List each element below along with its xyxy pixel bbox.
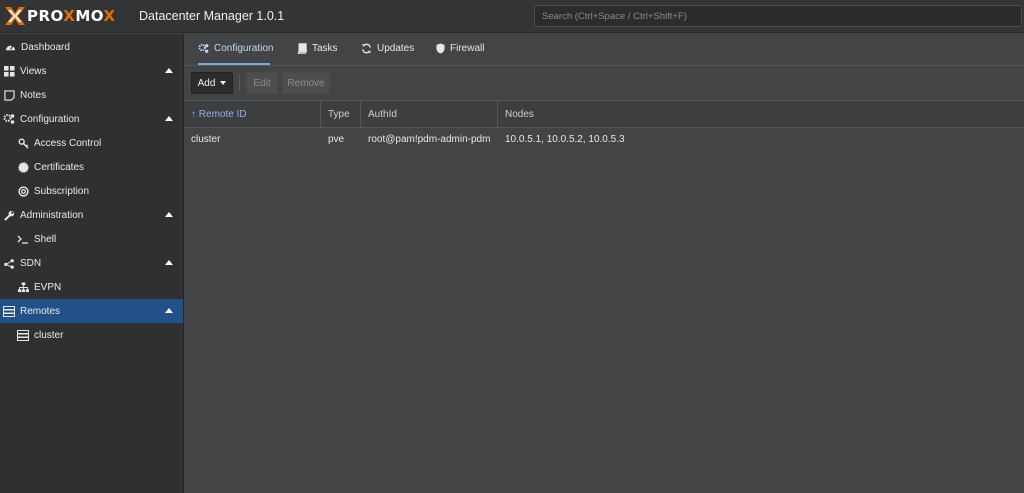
cell-remote-id: cluster <box>191 134 221 145</box>
logo-wordmark: PROXMOX <box>27 7 116 25</box>
sidebar-item-shell[interactable]: Shell <box>0 227 183 251</box>
table-row[interactable]: cluster pve root@pam!pdm-admin-pdm 10.0.… <box>184 129 1024 151</box>
tab-tasks[interactable]: Tasks <box>297 43 338 65</box>
grid-icon <box>3 65 15 77</box>
remove-button[interactable]: Remove <box>282 72 330 94</box>
add-button[interactable]: Add <box>191 72 233 94</box>
key-icon <box>17 137 29 149</box>
column-header-remote-id[interactable]: ↑ Remote ID <box>184 101 321 128</box>
cell-type: pve <box>328 134 345 145</box>
support-icon <box>17 185 29 197</box>
tab-bar: Configuration Tasks Updates Firewall <box>184 34 1024 66</box>
sidebar-item-subscription[interactable]: Subscription <box>0 179 183 203</box>
sidebar-item-cluster[interactable]: cluster <box>0 323 183 347</box>
sidebar-item-configuration[interactable]: Configuration <box>0 107 183 131</box>
sidebar-item-notes[interactable]: Notes <box>0 83 183 107</box>
chevron-down-icon <box>220 81 227 85</box>
collapse-caret-icon[interactable] <box>165 116 173 121</box>
wrench-icon <box>3 209 15 221</box>
main-panel: Configuration Tasks Updates Firewall Add… <box>184 34 1024 493</box>
toolbar: Add Edit Remove <box>184 67 1024 100</box>
book-icon <box>297 43 307 54</box>
refresh-icon <box>361 43 372 54</box>
app-title: Datacenter Manager 1.0.1 <box>139 9 285 23</box>
top-bar: PROXMOX Datacenter Manager 1.0.1 Search … <box>0 0 1024 33</box>
sidebar-item-dashboard[interactable]: Dashboard <box>0 35 183 59</box>
gears-icon <box>198 43 209 54</box>
network-icon <box>3 257 15 269</box>
cell-nodes: 10.0.5.1, 10.0.5.2, 10.0.5.3 <box>505 134 625 145</box>
server-icon <box>3 305 15 317</box>
grid-header: ↑ Remote ID Type AuthId Nodes <box>184 100 1024 128</box>
column-header-authid[interactable]: AuthId <box>361 101 498 128</box>
sidebar-item-access-control[interactable]: Access Control <box>0 131 183 155</box>
search-input[interactable]: Search (Ctrl+Space / Ctrl+Shift+F) <box>534 5 1022 27</box>
server-icon <box>17 329 29 341</box>
sidebar-item-sdn[interactable]: SDN <box>0 251 183 275</box>
proxmox-logo[interactable]: PROXMOX <box>4 6 116 26</box>
proxmox-x-icon <box>5 7 25 25</box>
edit-button[interactable]: Edit <box>246 72 278 94</box>
sitemap-icon <box>17 281 29 293</box>
sidebar-item-views[interactable]: Views <box>0 59 183 83</box>
collapse-caret-icon[interactable] <box>165 260 173 265</box>
sidebar-item-certificates[interactable]: Certificates <box>0 155 183 179</box>
certificate-icon <box>17 161 29 173</box>
terminal-icon <box>17 233 29 245</box>
sidebar-item-remotes[interactable]: Remotes <box>0 299 183 323</box>
cell-authid: root@pam!pdm-admin-pdm <box>368 134 491 145</box>
collapse-caret-icon[interactable] <box>165 68 173 73</box>
note-icon <box>3 89 15 101</box>
collapse-caret-icon[interactable] <box>165 212 173 217</box>
column-header-type[interactable]: Type <box>321 101 361 128</box>
column-header-nodes[interactable]: Nodes <box>498 101 1024 128</box>
sidebar-item-evpn[interactable]: EVPN <box>0 275 183 299</box>
sidebar: Dashboard Views Notes Configuration Acce… <box>0 34 184 493</box>
gears-icon <box>3 113 15 125</box>
tab-firewall[interactable]: Firewall <box>436 43 484 65</box>
toolbar-separator <box>239 75 240 91</box>
tab-configuration[interactable]: Configuration <box>198 43 273 65</box>
dashboard-icon <box>4 41 16 53</box>
sidebar-item-administration[interactable]: Administration <box>0 203 183 227</box>
sort-ascending-icon: ↑ <box>191 109 196 120</box>
shield-icon <box>436 43 445 54</box>
collapse-caret-icon[interactable] <box>165 308 173 313</box>
tab-updates[interactable]: Updates <box>361 43 414 65</box>
